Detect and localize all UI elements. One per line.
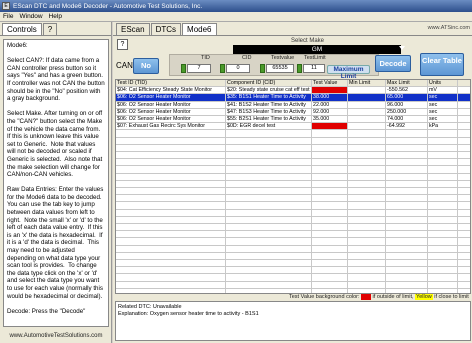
website-link[interactable]: www.ATSinc.com: [428, 25, 470, 31]
header-min-limit[interactable]: Min Limit: [348, 80, 386, 87]
header-tid[interactable]: Test ID (TID): [116, 80, 226, 87]
tab-help[interactable]: ?: [42, 23, 58, 35]
table-row[interactable]: $07: Exhaust Gas Recirc Sys Monitor $0D:…: [116, 123, 470, 131]
empty-table-row: [116, 238, 470, 246]
testvalue-type-icon[interactable]: [260, 64, 265, 73]
empty-table-row: [116, 231, 470, 239]
main-tabs: EScan DTCs Mode6: [113, 22, 472, 36]
tab-escan[interactable]: EScan: [116, 23, 150, 35]
empty-table-row: [116, 202, 470, 210]
empty-table-row: [116, 144, 470, 152]
app-icon: E: [2, 2, 10, 10]
clear-table-button[interactable]: Clear Table: [420, 53, 464, 76]
empty-table-row: [116, 130, 470, 138]
test-value-cell: [312, 87, 348, 94]
cid-type-icon[interactable]: [220, 64, 225, 73]
testlimit-type-icon[interactable]: [297, 64, 302, 73]
max-limit-button[interactable]: Maximum Limit: [327, 65, 370, 80]
menu-help[interactable]: Help: [49, 13, 62, 20]
tab-controls[interactable]: Controls: [2, 23, 42, 35]
empty-table-row: [116, 209, 470, 217]
empty-table-row: [116, 195, 470, 203]
explanation: Explanation: Oxygen sensor heater time t…: [118, 311, 259, 317]
menu-window[interactable]: Window: [19, 13, 42, 20]
empty-table-row: [116, 188, 470, 196]
test-value-cell: [312, 123, 348, 130]
decode-button[interactable]: Decode: [375, 55, 411, 72]
table-row[interactable]: $06: O2 Sensor Heater Monitor $55: B2S1 …: [116, 116, 470, 124]
empty-table-row: [116, 281, 470, 289]
select-make-label: Select Make: [291, 38, 325, 44]
legend-text: Test Value background color:: [289, 294, 360, 300]
empty-table-row: [116, 137, 470, 145]
test-value-cell: 92.000: [312, 108, 348, 115]
title-bar: E EScan DTC and Mode6 Decoder - Automoti…: [0, 0, 472, 12]
tid-type-icon[interactable]: [181, 64, 186, 73]
tab-dtcs[interactable]: DTCs: [150, 23, 182, 35]
legend-outside-text: if outside of limit,: [372, 294, 414, 300]
tid-label: TID: [201, 55, 210, 61]
table-row[interactable]: $06: O2 Sensor Heater Monitor $47: B1S3 …: [116, 108, 470, 116]
legend-yellow: Yellow: [415, 294, 433, 300]
test-value-cell: 22.000: [312, 101, 348, 108]
empty-table-row: [116, 152, 470, 160]
empty-table-row: [116, 260, 470, 268]
empty-table-row: [116, 224, 470, 232]
help-text[interactable]: Mode6: Select CAN?: If data came from a …: [3, 39, 109, 327]
color-legend: Test Value background color: red if outs…: [289, 294, 469, 300]
left-panel: Controls ? Mode6: Select CAN?: If data c…: [0, 22, 112, 343]
related-dtc: Related DTC: Unavailable: [118, 304, 182, 310]
testlimit-label: TestLimit: [304, 55, 326, 61]
empty-table-row: [116, 274, 470, 282]
empty-table-row: [116, 252, 470, 260]
left-tabs: Controls ?: [0, 22, 111, 36]
legend-close-text: if close to limit: [434, 294, 469, 300]
testlimit-input[interactable]: 11: [303, 64, 325, 73]
menu-bar: File Window Help: [0, 12, 472, 22]
tid-input[interactable]: 7: [187, 64, 211, 73]
table-row-selected[interactable]: $06: O2 Sensor Heater Monitor $35: B1S1 …: [116, 94, 470, 102]
header-units[interactable]: Units: [428, 80, 458, 87]
empty-table-row: [116, 166, 470, 174]
table-header: Test ID (TID) Component ID (CID) Test Va…: [116, 80, 470, 88]
main-panel: EScan DTCs Mode6 www.ATSinc.com ? Select…: [113, 22, 472, 343]
table-row[interactable]: $04: Cat Efficiency Steady State Monitor…: [116, 87, 470, 95]
cid-input[interactable]: 0: [226, 64, 250, 73]
empty-table-row: [116, 173, 470, 181]
empty-table-row: [116, 216, 470, 224]
testvalue-input[interactable]: 65535: [266, 64, 294, 73]
make-select[interactable]: GM: [233, 45, 401, 54]
testvalue-label: Testvalue: [271, 55, 295, 61]
header-max-limit[interactable]: Max Limit: [386, 80, 428, 87]
window-title: EScan DTC and Mode6 Decoder - Automotive…: [13, 2, 203, 10]
chevron-down-icon[interactable]: [399, 46, 405, 50]
tab-mode6[interactable]: Mode6: [182, 23, 217, 35]
test-value-cell: 38.000: [312, 94, 348, 101]
can-toggle-button[interactable]: No: [133, 58, 159, 74]
header-test-value[interactable]: Test Value: [312, 80, 348, 87]
empty-table-row: [116, 245, 470, 253]
help-button[interactable]: ?: [117, 39, 128, 50]
test-value-cell: 35.000: [312, 116, 348, 123]
empty-table-row: [116, 267, 470, 275]
left-footer-url[interactable]: www.AutomotiveTestSolutions.com: [0, 330, 112, 343]
cid-label: CID: [242, 55, 252, 61]
legend-red: red: [361, 294, 372, 300]
empty-table-row: [116, 159, 470, 167]
related-dtc-panel[interactable]: Related DTC: Unavailable Explanation: Ox…: [115, 301, 471, 341]
empty-table-row: [116, 180, 470, 188]
results-table: Test ID (TID) Component ID (CID) Test Va…: [115, 79, 471, 294]
menu-file[interactable]: File: [3, 13, 13, 20]
table-row[interactable]: $06: O2 Sensor Heater Monitor $41: B1S2 …: [116, 101, 470, 109]
header-cid[interactable]: Component ID (CID): [226, 80, 312, 87]
